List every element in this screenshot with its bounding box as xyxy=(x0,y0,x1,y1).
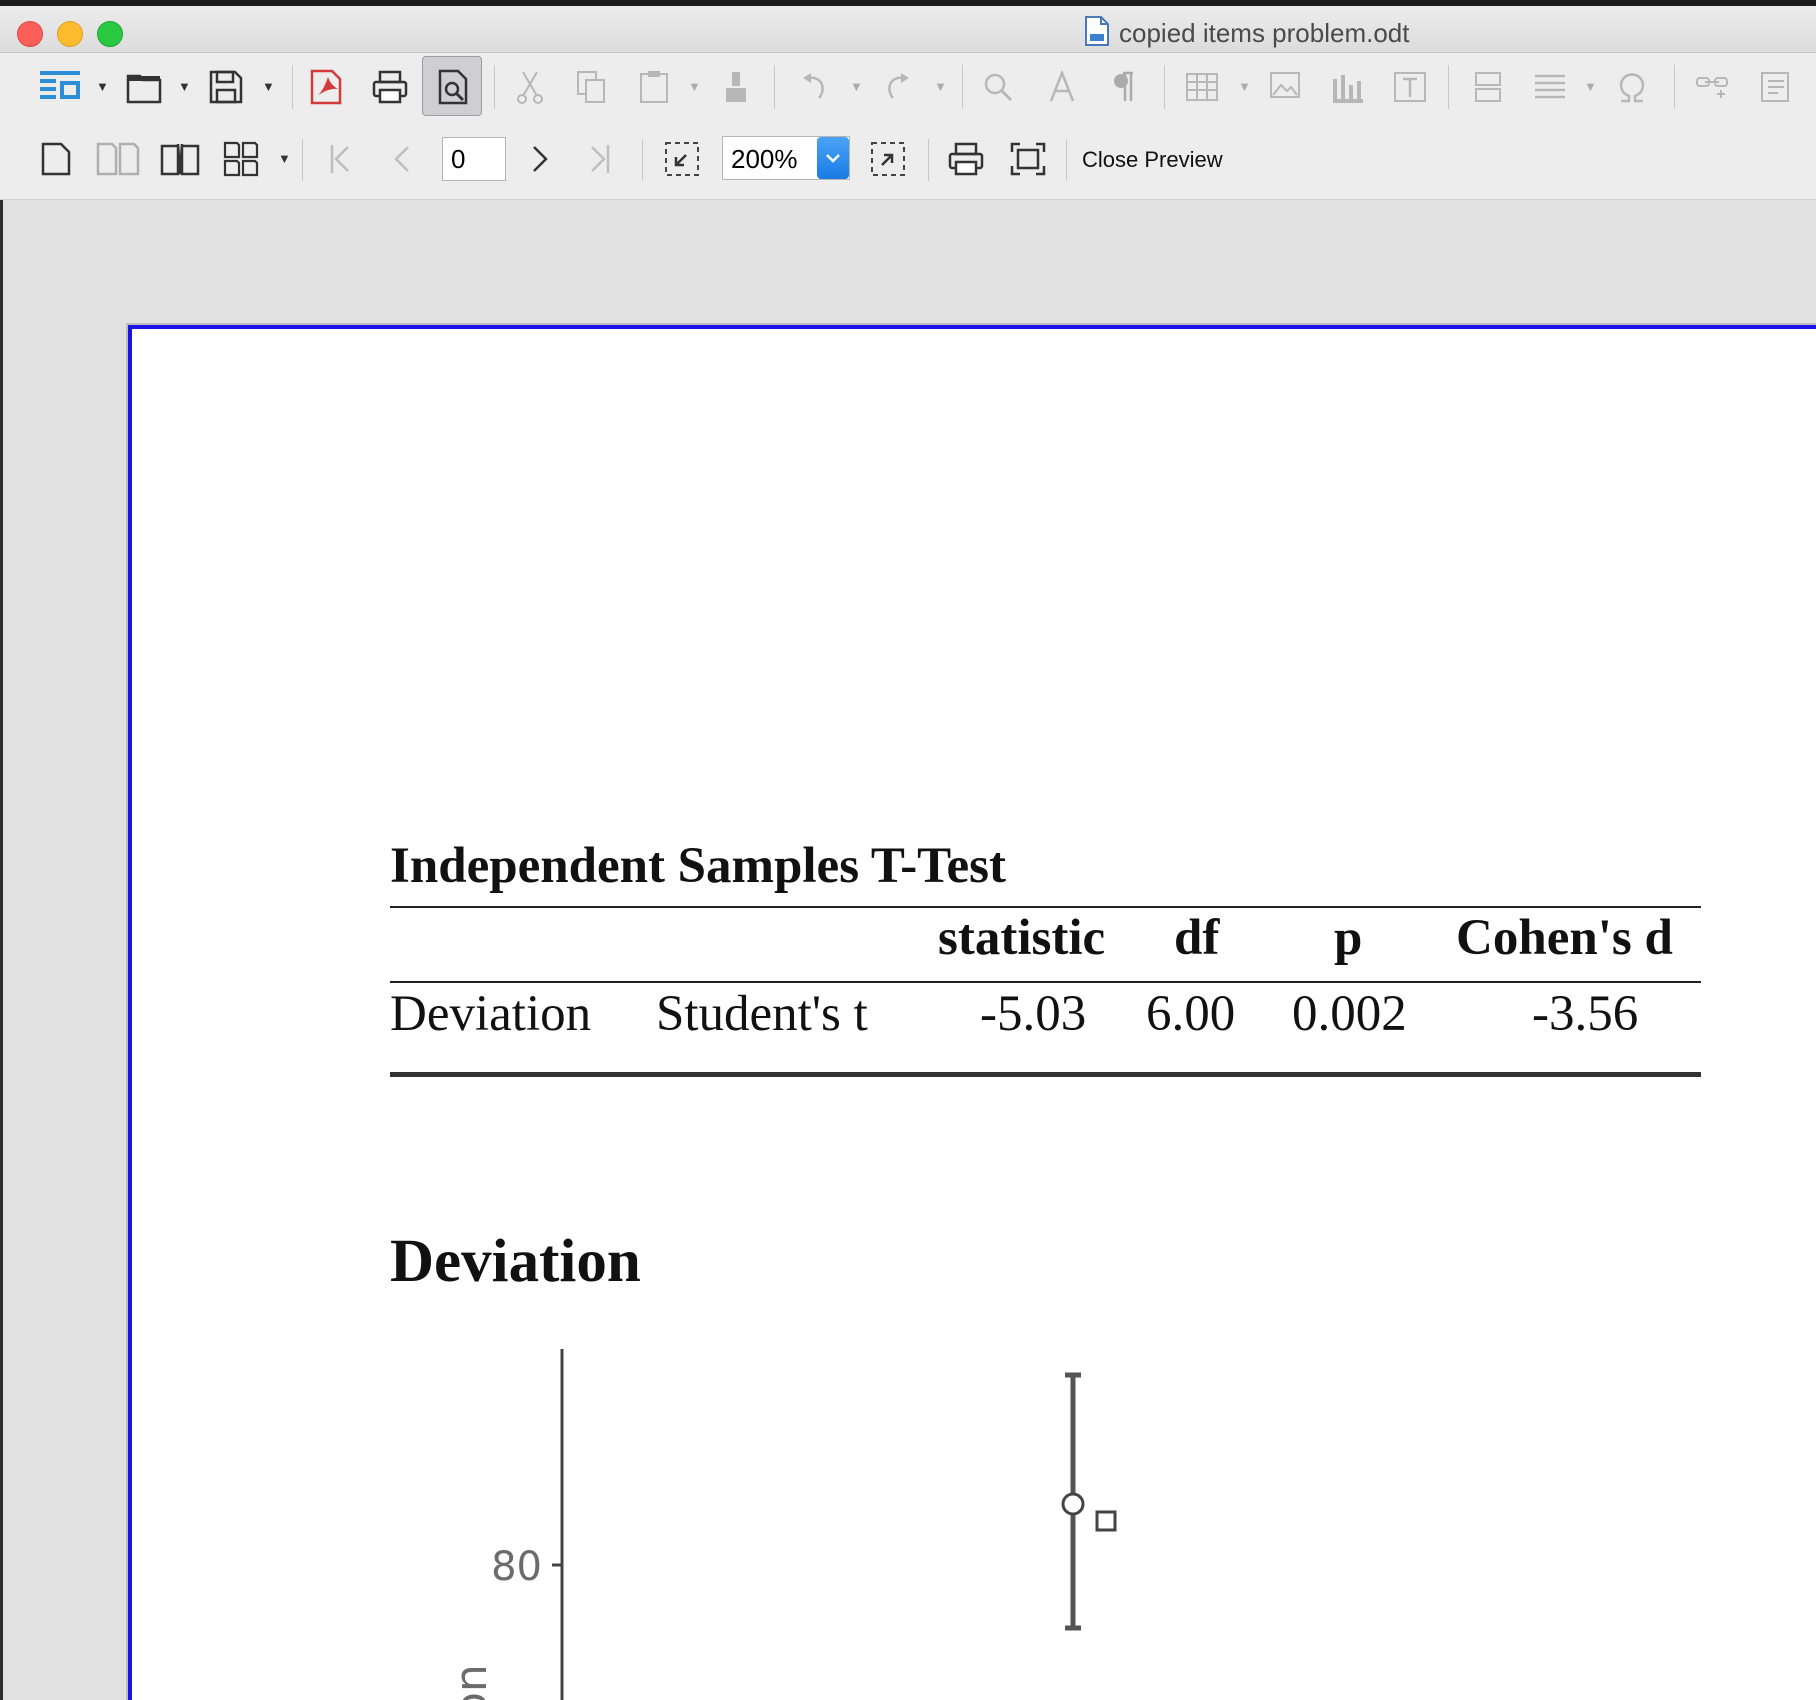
spelling-icon[interactable] xyxy=(1044,65,1080,109)
single-page-icon[interactable] xyxy=(36,137,76,181)
header-df: df xyxy=(1174,910,1220,966)
formatting-marks-icon[interactable] xyxy=(1106,65,1142,109)
export-pdf-icon[interactable] xyxy=(306,65,346,109)
next-page-icon[interactable] xyxy=(522,137,558,181)
paste-icon[interactable] xyxy=(636,65,672,109)
zoom-in-icon[interactable] xyxy=(868,137,908,181)
close-preview-button[interactable]: Close Preview xyxy=(1082,147,1223,173)
save-dropdown-icon[interactable]: ▼ xyxy=(262,79,275,94)
special-character-icon[interactable] xyxy=(1612,65,1652,109)
page-number-input[interactable] xyxy=(442,137,506,181)
document-icon xyxy=(1085,15,1109,51)
field-dropdown-icon[interactable]: ▼ xyxy=(1584,79,1597,94)
redo-dropdown-icon[interactable]: ▼ xyxy=(934,79,947,94)
open-dropdown-icon[interactable]: ▼ xyxy=(178,79,191,94)
multiple-pages-icon[interactable] xyxy=(218,137,266,181)
zoom-value: 200% xyxy=(731,144,798,174)
y-tick-label-80: 80 xyxy=(491,1544,542,1590)
table-dropdown-icon[interactable]: ▼ xyxy=(1238,79,1251,94)
print-preview-toolbar: ▼ 200% xyxy=(0,123,1816,200)
table-header-rule xyxy=(390,981,1701,983)
last-page-icon[interactable] xyxy=(582,137,618,181)
print-icon[interactable] xyxy=(946,137,986,181)
close-window-button[interactable] xyxy=(17,21,43,47)
page-break-icon[interactable] xyxy=(1468,65,1508,109)
find-icon[interactable] xyxy=(980,65,1016,109)
standard-toolbar: ▼ ▼ ▼ ▼ ▼ ▼ ▼ ▼ xyxy=(0,53,1816,123)
header-statistic: statistic xyxy=(938,910,1106,966)
copy-icon[interactable] xyxy=(574,65,610,109)
app-window: copied items problem.odt ▼ ▼ ▼ ▼ ▼ ▼ ▼ ▼… xyxy=(0,0,1816,1700)
header-cohens-d: Cohen's d xyxy=(1456,910,1673,966)
first-page-icon[interactable] xyxy=(322,137,358,181)
two-pages-icon[interactable] xyxy=(94,137,142,181)
save-icon[interactable] xyxy=(206,65,246,109)
document-page[interactable]: Independent Samples T-Test statistic df … xyxy=(128,325,1816,1700)
sidebar-icon[interactable] xyxy=(36,65,84,109)
table-icon[interactable] xyxy=(1182,65,1222,109)
header-p: p xyxy=(1334,910,1363,966)
y-axis-label: on xyxy=(446,1664,497,1700)
undo-icon[interactable] xyxy=(796,65,832,109)
cell-p: 0.002 xyxy=(1292,986,1407,1042)
title-bar: copied items problem.odt xyxy=(0,6,1816,53)
previous-page-icon[interactable] xyxy=(384,137,420,181)
field-icon[interactable] xyxy=(1530,65,1570,109)
sidebar-dropdown-icon[interactable]: ▼ xyxy=(96,79,109,94)
print-preview-toggle-button[interactable] xyxy=(422,56,482,116)
comment-icon[interactable] xyxy=(1756,65,1796,109)
zoom-select[interactable]: 200% xyxy=(722,136,850,180)
image-icon[interactable] xyxy=(1266,65,1306,109)
table-top-rule xyxy=(390,906,1701,908)
ttest-heading: Independent Samples T-Test xyxy=(390,838,1006,894)
paste-dropdown-icon[interactable]: ▼ xyxy=(688,79,701,94)
print-icon[interactable] xyxy=(370,65,410,109)
table-bottom-rule xyxy=(390,1072,1701,1077)
multiple-pages-dropdown-icon[interactable]: ▼ xyxy=(278,151,291,166)
redo-icon[interactable] xyxy=(880,65,916,109)
cell-statistic: -5.03 xyxy=(980,986,1087,1042)
chart-icon[interactable] xyxy=(1328,65,1368,109)
undo-dropdown-icon[interactable]: ▼ xyxy=(850,79,863,94)
cut-icon[interactable] xyxy=(512,65,548,109)
window-left-edge xyxy=(0,200,3,1700)
window-title-group: copied items problem.odt xyxy=(1085,15,1410,51)
zoom-dropdown-icon[interactable] xyxy=(817,137,849,179)
cell-df: 6.00 xyxy=(1146,986,1236,1042)
cell-variable: Deviation xyxy=(390,986,592,1042)
print-preview-icon xyxy=(433,65,473,109)
book-view-icon[interactable] xyxy=(156,137,204,181)
window-title: copied items problem.odt xyxy=(1119,17,1410,48)
mean-point xyxy=(1061,1492,1085,1516)
minimize-window-button[interactable] xyxy=(57,21,83,47)
cell-test: Student's t xyxy=(656,986,868,1042)
descriptives-plot: 80 on xyxy=(446,1349,1117,1700)
full-screen-icon[interactable] xyxy=(1008,137,1048,181)
data-point-square xyxy=(1095,1510,1117,1532)
zoom-out-icon[interactable] xyxy=(662,137,702,181)
textbox-icon[interactable] xyxy=(1390,65,1430,109)
maximize-window-button[interactable] xyxy=(97,21,123,47)
hyperlink-icon[interactable] xyxy=(1692,65,1732,109)
clone-formatting-icon[interactable] xyxy=(718,65,754,109)
plot-heading: Deviation xyxy=(390,1228,641,1295)
open-icon[interactable] xyxy=(124,65,164,109)
cell-cohens-d: -3.56 xyxy=(1532,986,1639,1042)
